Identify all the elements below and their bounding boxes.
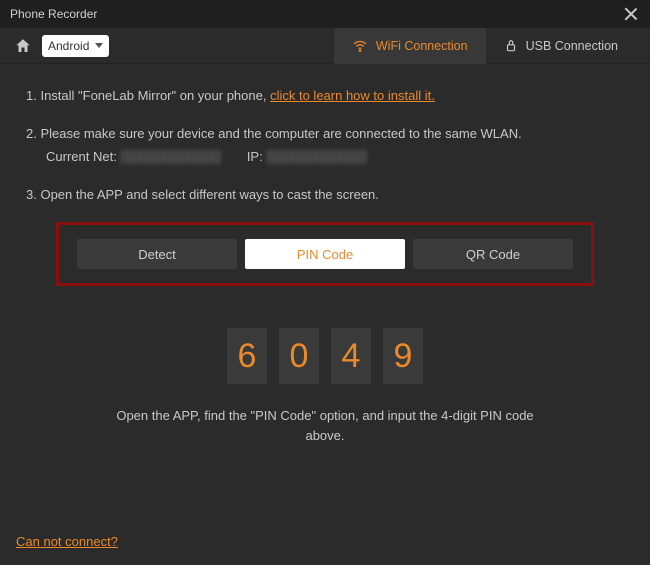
current-net-value [121,150,221,164]
step-2: 2. Please make sure your device and the … [26,124,624,167]
ip-value [267,150,367,164]
step-3-text: 3. Open the APP and select different way… [26,185,624,205]
step-2-text: 2. Please make sure your device and the … [26,124,624,144]
current-net-label: Current Net: [46,147,117,167]
install-link[interactable]: click to learn how to install it. [270,88,435,103]
tab-usb-connection[interactable]: USB Connection [486,28,636,64]
device-dropdown-label: Android [48,39,89,53]
connection-tabs: WiFi Connection USB Connection [334,28,636,64]
close-icon[interactable] [622,5,640,23]
pin-digit-3: 4 [331,328,371,384]
pin-digit-4: 9 [383,328,423,384]
titlebar: Phone Recorder [0,0,650,28]
pin-digit-2: 0 [279,328,319,384]
step-1-text: 1. Install "FoneLab Mirror" on your phon… [26,88,270,103]
cannot-connect-link[interactable]: Can not connect? [16,534,118,549]
tab-wifi-label: WiFi Connection [376,39,468,53]
segment-detect[interactable]: Detect [77,239,237,269]
app-title: Phone Recorder [10,7,97,21]
main-content: 1. Install "FoneLab Mirror" on your phon… [0,64,650,445]
toolbar: Android WiFi Connection USB Connection [0,28,650,64]
pin-hint-text: Open the APP, find the "PIN Code" option… [26,406,624,445]
cast-mode-segments: Detect PIN Code QR Code [77,239,573,269]
segment-qr-code[interactable]: QR Code [413,239,573,269]
tab-wifi-connection[interactable]: WiFi Connection [334,28,486,64]
step-1: 1. Install "FoneLab Mirror" on your phon… [26,86,624,106]
tab-usb-label: USB Connection [526,39,618,53]
segment-pin-code[interactable]: PIN Code [245,239,405,269]
cast-mode-highlight: Detect PIN Code QR Code [56,222,594,286]
ip-label: IP: [247,147,263,167]
chevron-down-icon [95,43,103,48]
pin-code-display: 6 0 4 9 [26,328,624,384]
pin-digit-1: 6 [227,328,267,384]
step-3: 3. Open the APP and select different way… [26,185,624,205]
device-dropdown[interactable]: Android [42,35,109,57]
home-icon[interactable] [14,37,32,55]
